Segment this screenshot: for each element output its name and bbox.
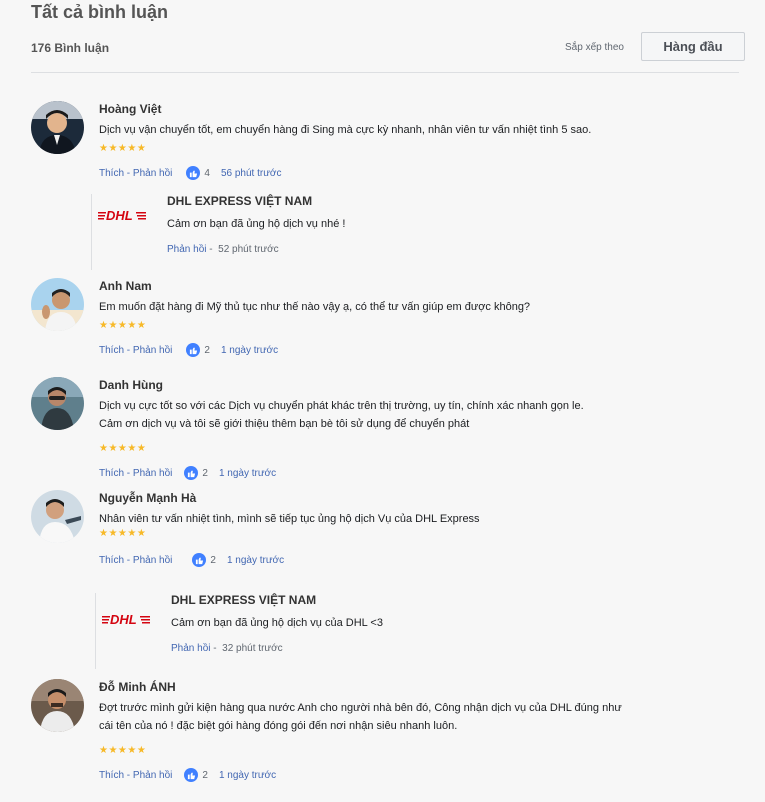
reply-time[interactable]: 32 phút trước xyxy=(222,643,283,654)
commenter-name[interactable]: Hoàng Việt xyxy=(99,101,699,117)
avatar[interactable] xyxy=(31,377,84,430)
like-count: 2 xyxy=(210,554,216,566)
comment-text: Em muốn đặt hàng đi Mỹ thủ tục như thế n… xyxy=(99,298,699,316)
like-count: 4 xyxy=(204,167,210,179)
dhl-logo-text: DHL xyxy=(106,208,133,222)
reply-author[interactable]: DHL EXPRESS VIỆT NAM xyxy=(167,194,687,208)
like-count: 2 xyxy=(202,769,208,781)
like-count: 2 xyxy=(202,467,208,479)
dhl-logo-icon: DHL xyxy=(102,612,150,626)
like-count: 2 xyxy=(204,344,210,356)
reply-text: Cảm ơn bạn đã ủng hộ dịch vụ của DHL <3 xyxy=(171,617,383,629)
thumbs-up-icon xyxy=(184,466,199,480)
comment-time[interactable]: 56 phút trước xyxy=(221,168,282,179)
reply-text: Cảm ơn bạn đã ủng hộ dịch vụ nhé ! xyxy=(167,218,346,230)
dhl-logo-text: DHL xyxy=(110,612,137,626)
commenter-name[interactable]: Anh Nam xyxy=(99,278,699,294)
reply-item: DHL DHL EXPRESS VIỆT NAM Cảm ơn bạn đã ủ… xyxy=(95,593,736,669)
like-reply-links[interactable]: Thích - Phản hồi xyxy=(99,468,172,479)
thumbs-up-icon xyxy=(186,343,201,357)
page-title: Tất cả bình luận xyxy=(31,2,169,22)
reply-link[interactable]: Phản hồi xyxy=(171,643,210,654)
comment-time[interactable]: 1 ngày trước xyxy=(219,770,276,781)
commenter-name[interactable]: Danh Hùng xyxy=(99,377,699,393)
like-reply-links[interactable]: Thích - Phản hồi xyxy=(99,345,172,356)
thumbs-up-icon xyxy=(184,768,199,782)
like-reply-links[interactable]: Thích - Phản hồi xyxy=(99,555,172,566)
reply-item: DHL DHL EXPRESS VIỆT NAM Cảm ơn bạn đã ủ… xyxy=(91,194,732,270)
like-reply-links[interactable]: Thích - Phản hồi xyxy=(99,168,172,179)
rating-stars: ★★★★★ xyxy=(99,528,147,539)
comment-line: Em muốn đặt hàng đi Mỹ thủ tục như thế n… xyxy=(99,301,531,313)
header-divider xyxy=(31,72,739,73)
reply-link[interactable]: Phản hồi xyxy=(167,244,206,255)
reply-time[interactable]: 52 phút trước xyxy=(218,244,279,255)
comment-line: Dịch vụ cực tốt so với các Dịch vụ chuyể… xyxy=(99,400,584,412)
rating-stars: ★★★★★ xyxy=(99,745,147,756)
rating-stars: ★★★★★ xyxy=(99,443,147,454)
avatar[interactable] xyxy=(31,278,84,331)
comment-text: Dịch vụ cực tốt so với các Dịch vụ chuyể… xyxy=(99,397,699,433)
sort-label: Sắp xếp theo xyxy=(565,42,624,53)
comment-time[interactable]: 1 ngày trước xyxy=(227,555,284,566)
avatar[interactable] xyxy=(31,101,84,154)
rating-stars: ★★★★★ xyxy=(99,320,147,331)
avatar[interactable] xyxy=(31,679,84,732)
comment-line: cái tên của nó ! đặc biệt gói hàng đóng … xyxy=(99,720,458,732)
thumbs-up-icon xyxy=(186,166,201,180)
commenter-name[interactable]: Đỗ Minh ÁNH xyxy=(99,679,699,695)
thumbs-up-icon xyxy=(192,553,207,567)
comment-time[interactable]: 1 ngày trước xyxy=(221,345,278,356)
comment-line: Đợt trước mình gửi kiện hàng qua nước An… xyxy=(99,702,622,714)
comment-line: Dịch vụ vận chuyển tốt, em chuyển hàng đ… xyxy=(99,124,592,136)
dhl-logo-icon: DHL xyxy=(98,208,146,222)
avatar[interactable] xyxy=(31,490,84,543)
comment-count: 176 Bình luận xyxy=(31,41,110,55)
comment-time[interactable]: 1 ngày trước xyxy=(219,468,276,479)
comment-text: Dịch vụ vận chuyển tốt, em chuyển hàng đ… xyxy=(99,121,699,139)
rating-stars: ★★★★★ xyxy=(99,143,147,154)
comment-line: Nhân viên tư vấn nhiệt tình, mình sẽ tiế… xyxy=(99,513,480,525)
comment-line: Cảm ơn dịch vụ và tôi sẽ giới thiệu thêm… xyxy=(99,418,470,430)
comment-text: Nhân viên tư vấn nhiệt tình, mình sẽ tiế… xyxy=(99,510,699,528)
sort-dropdown[interactable]: Hàng đầu xyxy=(641,32,745,61)
like-reply-links[interactable]: Thích - Phản hồi xyxy=(99,770,172,781)
comment-text: Đợt trước mình gửi kiện hàng qua nước An… xyxy=(99,699,699,735)
reply-author[interactable]: DHL EXPRESS VIỆT NAM xyxy=(171,593,691,607)
commenter-name[interactable]: Nguyễn Mạnh Hà xyxy=(99,490,699,506)
